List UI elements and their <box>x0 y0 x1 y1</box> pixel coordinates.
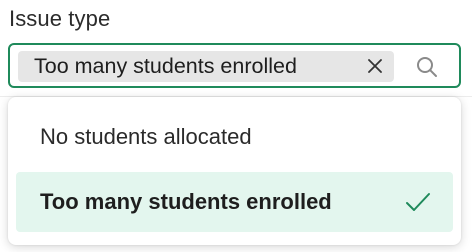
issue-type-select[interactable]: Too many students enrolled <box>8 43 461 88</box>
check-icon <box>406 193 430 211</box>
option-too-many-students-enrolled[interactable]: Too many students enrolled <box>16 172 453 232</box>
selected-chip: Too many students enrolled <box>18 51 394 82</box>
option-label: Too many students enrolled <box>40 189 332 214</box>
chip-label: Too many students enrolled <box>34 54 297 78</box>
issue-type-filter: Issue type Too many students enrolled No… <box>0 0 472 252</box>
option-no-students-allocated[interactable]: No students allocated <box>16 107 453 167</box>
close-icon[interactable] <box>366 57 384 75</box>
dropdown-menu: No students allocated Too many students … <box>8 97 461 245</box>
option-label: No students allocated <box>40 124 252 149</box>
field-label: Issue type <box>9 6 111 31</box>
search-icon[interactable] <box>415 55 439 79</box>
